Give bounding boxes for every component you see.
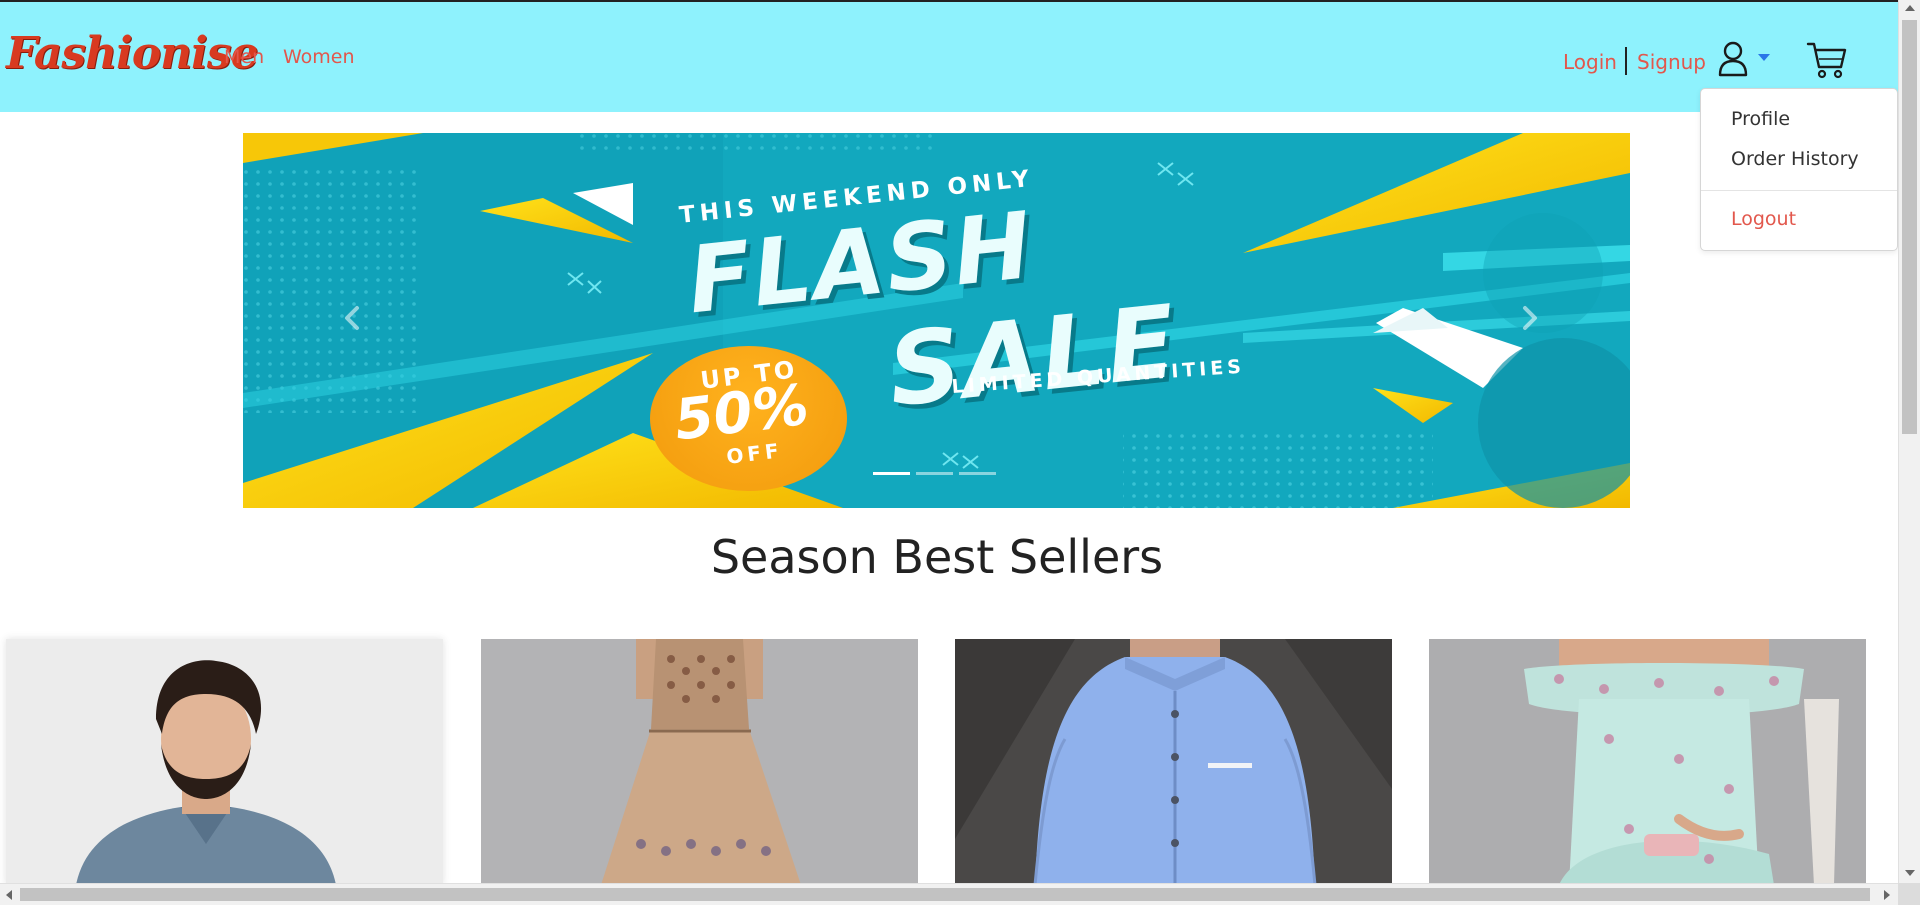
- horizontal-scrollbar[interactable]: [0, 883, 1898, 905]
- product-image-man-blue-shirt: [955, 639, 1392, 883]
- product-card[interactable]: [6, 639, 443, 883]
- login-link[interactable]: Login: [1563, 50, 1617, 74]
- carousel-next-button[interactable]: [1509, 298, 1549, 338]
- user-dropdown-menu: Profile Order History Logout: [1700, 88, 1898, 251]
- scroll-right-arrow-icon[interactable]: [1884, 890, 1890, 900]
- page: Fashionise Men Women Login Signup Profil…: [0, 0, 1898, 883]
- vertical-scroll-thumb[interactable]: [1902, 20, 1917, 434]
- menu-item-order-history[interactable]: Order History: [1731, 148, 1859, 170]
- promo-carousel: THIS WEEKEND ONLY FLASH SALE LIMITED QUA…: [243, 133, 1630, 508]
- caret-down-icon: [1758, 54, 1770, 61]
- menu-divider: [1701, 190, 1897, 191]
- product-image-woman-beige-dress: [481, 639, 918, 883]
- carousel-indicator[interactable]: [873, 472, 910, 475]
- product-image-woman-mint-dress: [1429, 639, 1866, 883]
- product-card[interactable]: [481, 639, 918, 883]
- scroll-up-arrow-icon[interactable]: [1905, 5, 1915, 11]
- scroll-left-arrow-icon[interactable]: [6, 890, 12, 900]
- signup-link[interactable]: Signup: [1637, 50, 1706, 74]
- scrollbar-corner: [1898, 883, 1920, 905]
- product-card[interactable]: [1429, 639, 1866, 883]
- nav-link-women[interactable]: Women: [283, 46, 355, 68]
- vertical-scrollbar[interactable]: [1898, 0, 1920, 883]
- user-icon: [1718, 41, 1748, 77]
- carousel-indicator[interactable]: [916, 472, 953, 475]
- product-image-man-grey-shirt: [6, 639, 443, 883]
- chevron-left-icon: [345, 306, 359, 330]
- user-menu-toggle[interactable]: [1718, 40, 1774, 80]
- horizontal-scroll-thumb[interactable]: [20, 888, 1870, 901]
- auth-divider: [1625, 47, 1627, 75]
- cart-icon: [1806, 42, 1847, 79]
- chevron-right-icon: [1523, 306, 1537, 330]
- carousel-indicator[interactable]: [959, 472, 996, 475]
- brand-logo[interactable]: Fashionise: [6, 28, 259, 79]
- menu-item-profile[interactable]: Profile: [1731, 108, 1790, 130]
- cart-button[interactable]: [1805, 38, 1849, 82]
- section-title: Season Best Sellers: [710, 530, 1164, 584]
- product-card[interactable]: [955, 639, 1392, 883]
- navbar: Fashionise Men Women Login Signup: [0, 2, 1898, 112]
- scroll-down-arrow-icon[interactable]: [1905, 870, 1915, 876]
- carousel-prev-button[interactable]: [333, 298, 373, 338]
- nav-link-men[interactable]: Men: [224, 46, 264, 68]
- menu-item-logout[interactable]: Logout: [1731, 208, 1796, 230]
